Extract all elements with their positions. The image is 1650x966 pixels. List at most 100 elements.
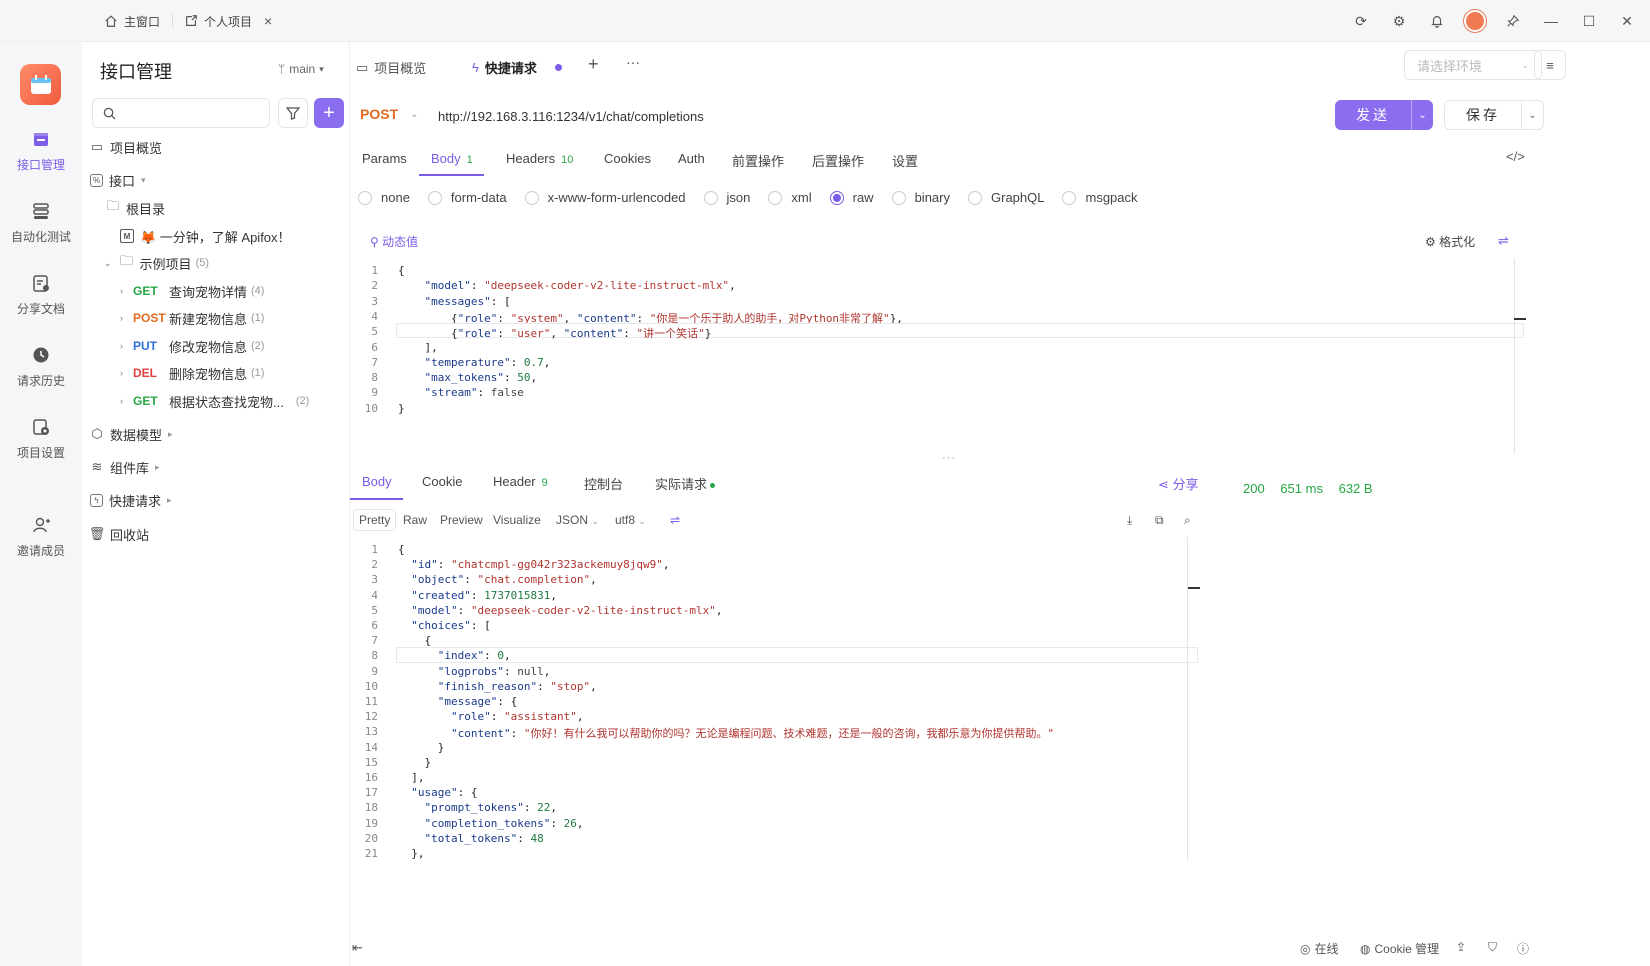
tree-item-endpoint[interactable]: › DEL 删除宠物信息 (1) [120,361,264,385]
radio-graphql[interactable]: GraphQL [968,190,1044,205]
rail-item-invite-members[interactable]: 邀请成员 [0,514,82,559]
tab-main-window[interactable]: 主窗口 [104,11,160,31]
refresh-icon[interactable]: ⟳ [1350,10,1372,32]
tab-label: 后置操作 [812,154,865,169]
chevron-down-icon: ▾ [319,63,324,74]
pin-icon[interactable] [1502,10,1524,32]
search-input[interactable] [122,105,262,121]
collapse-sidebar-icon[interactable]: ⇤ [352,940,363,956]
tree-item-data-models[interactable]: ⬡ 数据模型 ▸ [90,422,172,446]
radio-xml[interactable]: xml [768,190,812,205]
view-preview[interactable]: Preview [440,513,483,527]
radio-raw[interactable]: raw [829,190,874,205]
radio-json[interactable]: json [703,190,750,205]
tree-item-endpoint[interactable]: › GET 查询宠物详情 (4) [120,279,264,303]
dynamic-value-link[interactable]: ⚲ 动态值 [370,233,418,250]
format-button[interactable]: ⚙ 格式化 [1425,233,1475,250]
resp-tab-body[interactable]: Body [362,474,392,489]
tab-pre-request[interactable]: 前置操作 [732,151,784,170]
select-value: utf8 [615,513,636,527]
tab-headers[interactable]: Headers 10 [506,151,573,166]
environment-select[interactable]: 请选择环境 ⌄ [1404,50,1542,80]
rail-item-history[interactable]: 请求历史 [0,344,82,389]
tree-item-endpoint[interactable]: › PUT 修改宠物信息 (2) [120,334,264,358]
cookie-manager[interactable]: ◍ Cookie 管理 [1360,940,1439,957]
method-select[interactable]: POST ⌄ [360,106,419,122]
chevron-down-icon[interactable]: ⌄ [1411,100,1433,130]
send-button[interactable]: 发送 ⌄ [1335,100,1433,130]
add-button[interactable]: + [314,98,344,128]
wrap-lines-icon[interactable]: ⇌ [670,513,680,527]
help-icon[interactable]: ⓘ [1517,940,1529,957]
download-icon[interactable]: ⤓ [1127,513,1132,528]
request-body-editor[interactable]: 1 {2 "model": "deepseek-coder-v2-lite-ins… [350,260,1524,456]
radio-msgpack[interactable]: msgpack [1062,190,1138,205]
menu-button[interactable]: ≡ [1534,50,1566,80]
editor-scrollbar[interactable] [1514,258,1515,454]
viewer-scrollbar[interactable] [1187,537,1188,861]
encoding-select[interactable]: utf8 ⌄ [615,513,646,527]
minimize-icon[interactable]: — [1540,10,1562,32]
format-select[interactable]: JSON ⌄ [556,513,599,527]
rail-item-project-settings[interactable]: 项目设置 [0,416,82,461]
settings-icon[interactable]: ⚙ [1388,10,1410,32]
upload-icon[interactable]: ⇪ [1456,940,1466,954]
resp-tab-actual-request[interactable]: 实际请求 [655,474,716,493]
close-tab-icon[interactable]: × [264,13,272,29]
tab-project-overview[interactable]: ▭ 项目概览 [356,58,426,77]
avatar[interactable] [1464,10,1486,32]
resp-tab-cookie[interactable]: Cookie [422,474,462,489]
tree-item-recycle-bin[interactable]: 🗑 回收站 [89,522,149,546]
method-badge: PUT [133,339,157,353]
tab-body[interactable]: Body 1 [431,151,473,166]
tab-cookies[interactable]: Cookies [604,151,651,166]
tab-post-request[interactable]: 后置操作 [812,151,864,170]
rail-item-automation[interactable]: 自动化测试 [0,200,82,245]
save-button[interactable]: 保存 ⌄ [1444,100,1544,130]
close-icon[interactable]: ✕ [1616,10,1638,32]
branch-selector[interactable]: ᛘ main ▾ [278,62,324,76]
response-body-viewer[interactable]: 1 {2 "id": "chatcmpl-gg042r323ackemuy8jqw… [350,539,1200,861]
url-input[interactable] [438,104,1318,128]
shirt-icon[interactable]: ⛉ [1488,940,1497,955]
bell-icon[interactable] [1426,10,1448,32]
filter-button[interactable] [278,98,308,128]
tree-item-root[interactable]: 🗀 根目录 [106,196,165,220]
view-visualize[interactable]: Visualize [493,513,541,527]
radio-binary[interactable]: binary [891,190,950,205]
tree-item-endpoint[interactable]: › GET 根据状态查找宠物... (2) [120,389,309,413]
search-icon[interactable]: ⌕ [1184,513,1191,528]
tab-settings[interactable]: 设置 [892,151,918,170]
view-pretty[interactable]: Pretty [353,509,397,531]
online-status[interactable]: ◎ 在线 [1300,940,1339,957]
rail-item-share-docs[interactable]: 分享文档 [0,272,82,317]
new-tab-button[interactable]: + [588,54,599,75]
resp-tab-console[interactable]: 控制台 [584,474,623,493]
code-icon[interactable]: </> [1506,149,1525,164]
resp-tab-header[interactable]: Header 9 [493,474,548,489]
view-raw[interactable]: Raw [403,513,427,527]
copy-icon[interactable]: ⧉ [1155,513,1164,528]
chevron-down-icon[interactable]: ⌄ [1521,101,1543,129]
tab-auth[interactable]: Auth [678,151,705,166]
tree-item-components[interactable]: ≋ 组件库 ▸ [90,455,160,479]
tab-personal-project[interactable]: 个人项目 × [184,11,272,31]
share-button[interactable]: ⋖ 分享 [1158,474,1199,493]
radio-none[interactable]: none [358,190,410,205]
tab-quick-request[interactable]: ϟ 快捷请求 [472,58,562,77]
tree-item-endpoint[interactable]: › POST 新建宠物信息 (1) [120,306,264,330]
maximize-icon[interactable]: ☐ [1578,10,1600,32]
radio-x-www-form-urlencoded[interactable]: x-www-form-urlencoded [524,190,686,205]
search-box[interactable] [92,98,270,128]
tree-item-interfaces[interactable]: % 接口 ▾ [90,168,146,192]
tree-item-overview[interactable]: ▭ 项目概览 [90,135,162,159]
more-tabs-button[interactable]: ··· [626,54,640,70]
tree-item-sample-folder[interactable]: ⌄ 🗀 示例项目 (5) [104,251,209,275]
wrap-lines-icon[interactable]: ⇌ [1498,233,1509,249]
tree-item-quick-requests[interactable]: ϟ 快捷请求 ▸ [90,488,172,512]
tree-item-intro-doc[interactable]: M 🦊 一分钟，了解 Apifox！ [120,224,291,248]
tab-params[interactable]: Params [362,151,407,166]
rail-item-api-management[interactable]: 接口管理 [0,128,82,173]
resize-handle[interactable]: ··· [942,452,956,464]
radio-form-data[interactable]: form-data [427,190,507,205]
